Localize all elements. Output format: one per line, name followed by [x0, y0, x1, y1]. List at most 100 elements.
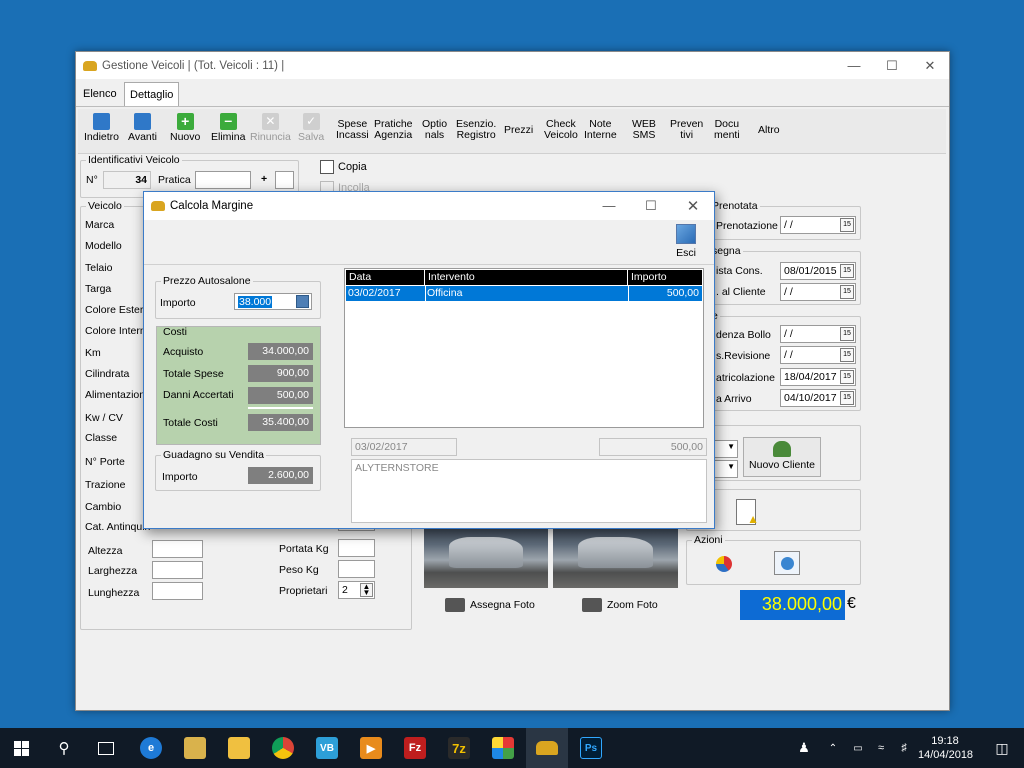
back-button[interactable]: Indietro — [84, 113, 119, 143]
chart-icon[interactable] — [716, 556, 732, 572]
vb-icon[interactable]: VB — [306, 728, 348, 768]
new-button[interactable]: + Nuovo — [170, 113, 200, 143]
chrome-icon[interactable] — [262, 728, 304, 768]
esci-button[interactable]: Esci — [676, 224, 696, 259]
peso-field[interactable] — [338, 560, 375, 578]
numero-field[interactable]: 34 — [103, 171, 151, 189]
calendar-icon[interactable]: 15 — [840, 285, 854, 299]
note-interne-button[interactable]: Note Interne — [584, 119, 617, 141]
proprietari-stepper[interactable]: 2 ▲ ▼ — [338, 581, 375, 599]
prenotazione-date-field[interactable]: / / 15 — [780, 216, 856, 234]
edge-icon[interactable]: e — [130, 728, 172, 768]
vehicle-photo-2[interactable] — [553, 526, 678, 588]
dialog-maximize-button[interactable]: ☐ — [630, 192, 672, 219]
portata-field[interactable] — [338, 539, 375, 557]
bollo-date-field[interactable]: / / 15 — [780, 325, 856, 343]
assegna-foto-button[interactable]: Assegna Foto — [445, 598, 535, 612]
document-warning-icon[interactable]: ▲ — [736, 499, 759, 526]
start-icon[interactable] — [0, 728, 42, 768]
detail-amount-field[interactable]: 500,00 — [599, 438, 707, 456]
folder-icon[interactable] — [218, 728, 260, 768]
task-view-icon[interactable] — [85, 728, 127, 768]
pratica-suffix-field[interactable] — [275, 171, 294, 189]
vista-cons-date-field[interactable]: 08/01/2015 15 — [780, 262, 856, 280]
col-header-intervento[interactable]: Intervento — [425, 270, 627, 285]
copia-button[interactable]: Copia — [320, 160, 367, 174]
revisione-date-field[interactable]: / / 15 — [780, 346, 856, 364]
lunghezza-field[interactable] — [152, 582, 203, 600]
documenti-button[interactable]: Docu menti — [714, 119, 740, 141]
calculator-icon[interactable] — [296, 295, 309, 308]
notification-icon[interactable]: ◫ — [982, 728, 1022, 768]
detail-date-field[interactable]: 03/02/2017 — [351, 438, 457, 456]
forward-button[interactable]: Avanti — [128, 113, 157, 143]
assegna-foto-label: Assegna Foto — [470, 599, 535, 611]
nuovo-cliente-button[interactable]: Nuovo Cliente — [743, 437, 821, 477]
check-veicolo-button[interactable]: Check Veicolo — [544, 119, 578, 141]
calendar-icon[interactable]: 15 — [840, 264, 854, 278]
immatricolazione-label: atricolazione — [716, 372, 775, 384]
chevron-up-icon[interactable]: ⌃ — [823, 728, 843, 768]
spin-icon[interactable]: ▲ ▼ — [360, 583, 373, 597]
media-icon[interactable]: ▶ — [350, 728, 392, 768]
tab-elenco[interactable]: Elenco — [78, 82, 122, 106]
battery-icon[interactable]: ▭ — [847, 728, 869, 768]
optionals-button[interactable]: Optio nals — [422, 119, 447, 141]
immatricolazione-date-field[interactable]: 18/04/2017 15 — [780, 368, 856, 386]
dialog-close-button[interactable]: ✕ — [672, 192, 714, 219]
totale-spese-label: Totale Spese — [163, 368, 224, 380]
totale-spese-value: 900,00 — [248, 365, 313, 382]
dialog-minimize-button[interactable]: — — [588, 192, 630, 219]
save-button[interactable]: ✓ Salva — [298, 113, 324, 143]
volume-icon[interactable]: ♯ — [893, 728, 915, 768]
calendar-icon[interactable]: 15 — [840, 218, 854, 232]
clock[interactable]: 19:18 14/04/2018 — [918, 734, 973, 762]
people-icon[interactable]: ♟ — [792, 728, 816, 768]
altro-button[interactable]: Altro — [758, 125, 780, 136]
altezza-field[interactable] — [152, 540, 203, 558]
pratica-field[interactable] — [195, 171, 251, 189]
filezilla-icon[interactable]: Fz — [394, 728, 436, 768]
explorer-icon[interactable] — [174, 728, 216, 768]
pratiche-agenzia-button[interactable]: Pratiche Agenzia — [374, 119, 413, 141]
wifi-icon[interactable]: ≈ — [870, 728, 892, 768]
vehicle-photo-1[interactable] — [424, 526, 548, 588]
toolbar: Indietro Avanti + Nuovo – Elimina ✕ Rinu… — [78, 109, 946, 154]
prezzi-button[interactable]: Prezzi — [504, 125, 533, 136]
azioni-title: Azioni — [692, 534, 725, 546]
photoshop-icon[interactable]: Ps — [570, 728, 612, 768]
al-cliente-date-field[interactable]: / / 15 — [780, 283, 856, 301]
calendar-icon[interactable]: 15 — [840, 370, 854, 384]
cancel-button[interactable]: ✕ Rinuncia — [250, 113, 291, 143]
col-header-importo[interactable]: Importo — [628, 270, 702, 285]
maximize-button[interactable]: ☐ — [873, 52, 911, 79]
detail-note-field[interactable]: ALYTERNSTORE — [351, 459, 707, 523]
web-sms-button[interactable]: WEB SMS — [632, 119, 656, 141]
bollo-value: / / — [784, 328, 793, 340]
close-button[interactable]: ✕ — [911, 52, 949, 79]
arrivo-date-field[interactable]: 04/10/2017 15 — [780, 389, 856, 407]
col-header-data[interactable]: Data — [346, 270, 424, 285]
table-row[interactable]: 03/02/2017 Officina 500,00 — [346, 286, 702, 301]
larghezza-field[interactable] — [152, 561, 203, 579]
cancel-label: Rinuncia — [250, 131, 291, 143]
web-icon[interactable] — [774, 551, 800, 575]
tab-dettaglio[interactable]: Dettaglio — [124, 82, 180, 106]
plus-icon: + — [176, 113, 194, 130]
minimize-button[interactable]: — — [835, 52, 873, 79]
sevenzip-icon[interactable]: 7z — [438, 728, 480, 768]
esenzio-registro-button[interactable]: Esenzio. Registro — [456, 119, 496, 141]
delete-button[interactable]: – Elimina — [211, 113, 245, 143]
zoom-foto-button[interactable]: Zoom Foto — [582, 598, 658, 612]
preventivi-button[interactable]: Preven tivi — [670, 119, 703, 141]
calendar-icon[interactable]: 15 — [840, 391, 854, 405]
calendar-icon[interactable]: 15 — [840, 327, 854, 341]
calendar-icon[interactable]: 15 — [840, 348, 854, 362]
spese-incassi-button[interactable]: Spese Incassi — [336, 119, 369, 141]
prezzo-importo-field[interactable]: 38.000 — [234, 293, 312, 310]
app-icon[interactable] — [482, 728, 524, 768]
interventi-grid[interactable]: Data Intervento Importo 03/02/2017 Offic… — [344, 268, 704, 428]
search-icon[interactable]: ⚲ — [43, 728, 85, 768]
trazione-label: Trazione — [85, 479, 126, 491]
car-app-icon[interactable] — [526, 728, 568, 768]
